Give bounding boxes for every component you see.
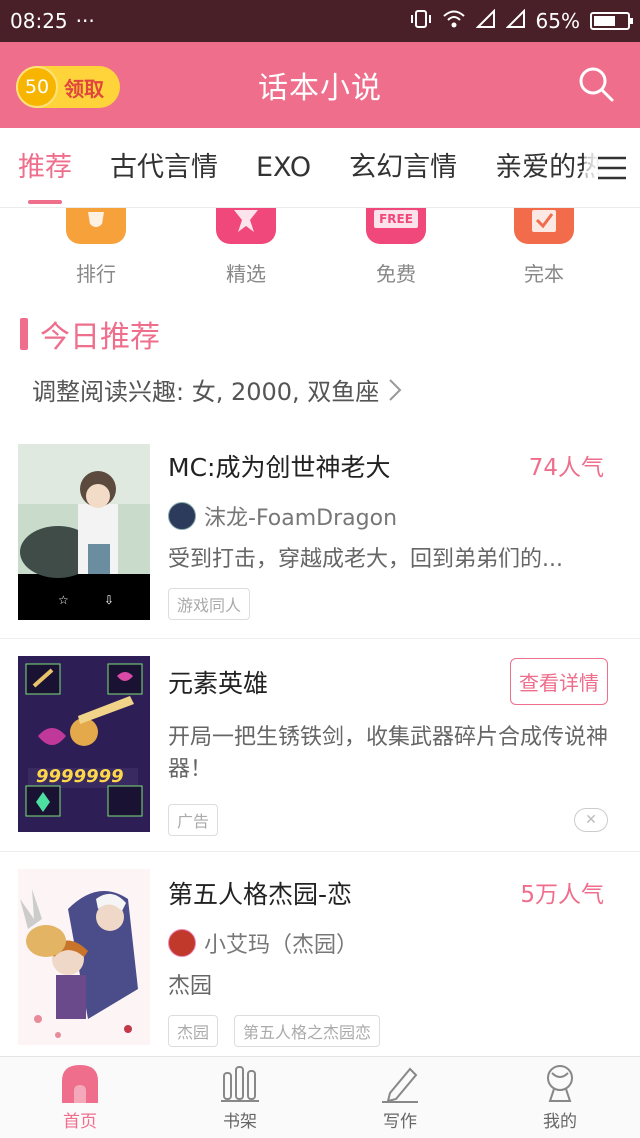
book-popularity: 5万人气 <box>520 882 604 908</box>
completed-entry[interactable]: 完本 <box>494 208 594 287</box>
close-ad-icon[interactable]: ✕ <box>574 808 608 832</box>
section-title: 今日推荐 <box>40 320 160 355</box>
nav-write-label: 写作 <box>383 1112 417 1132</box>
adjust-interest-link[interactable]: 调整阅读兴趣: 女, 2000, 双鱼座 <box>32 372 403 407</box>
free-entry[interactable]: FREE 免费 <box>346 208 446 287</box>
book-popularity: 74人气 <box>528 455 604 481</box>
coin-icon: 50 <box>16 66 58 108</box>
avatar <box>168 502 196 530</box>
view-details-button[interactable]: 查看详情 <box>510 658 608 705</box>
avatar <box>168 929 196 957</box>
chevron-right-icon <box>389 378 402 401</box>
svg-text:☆: ☆ <box>58 593 69 607</box>
status-more-icon: ··· <box>75 9 95 33</box>
nav-home[interactable]: 首页 <box>0 1057 160 1138</box>
ad-title: 元素英雄 <box>168 669 269 698</box>
book-description: 受到打击，穿越成老大，回到弟弟们的... <box>168 547 563 572</box>
author-name: 沫龙-FoamDragon <box>204 506 398 531</box>
app-title: 话本小说 <box>258 71 382 106</box>
claim-coins-button[interactable]: 50 领取 <box>16 66 120 108</box>
nav-profile[interactable]: 我的 <box>480 1057 640 1138</box>
featured-entry[interactable]: 精选 <box>196 208 296 287</box>
book-description: 杰园 <box>168 974 213 999</box>
wifi-icon <box>442 9 466 34</box>
section-header: 今日推荐 <box>20 312 160 356</box>
interest-text: 调整阅读兴趣: 女, 2000, 双鱼座 <box>32 378 380 406</box>
book-tag[interactable]: 游戏同人 <box>168 588 251 620</box>
free-label: 免费 <box>376 262 416 286</box>
nav-home-label: 首页 <box>63 1112 97 1132</box>
pen-icon <box>382 1067 418 1103</box>
search-icon[interactable] <box>576 64 616 104</box>
status-time: 08:25 <box>10 9 68 33</box>
tab-fantasy-romance[interactable]: 玄幻言情 <box>349 128 457 207</box>
featured-label: 精选 <box>226 262 266 286</box>
signal-icon-2 <box>505 8 526 34</box>
app-header: 50 领取 话本小说 <box>0 42 640 128</box>
completed-label: 完本 <box>524 262 564 286</box>
section-accent-bar <box>20 318 28 350</box>
vibrate-icon <box>410 9 432 34</box>
svg-text:⇩: ⇩ <box>104 593 114 607</box>
battery-icon <box>590 12 633 30</box>
star-icon <box>216 208 276 244</box>
quick-entries: 排行 精选 FREE 免费 完本 <box>0 208 640 292</box>
profile-icon <box>547 1065 573 1102</box>
book-tag[interactable]: 第五人格之杰园恋 <box>234 1015 381 1047</box>
tab-exo[interactable]: EXO <box>256 128 311 207</box>
book-cover <box>18 869 150 1045</box>
home-icon <box>62 1065 98 1103</box>
ranking-label: 排行 <box>76 262 116 286</box>
book-author: 沫龙-FoamDragon <box>168 500 397 532</box>
ad-tag: 广告 <box>168 804 219 836</box>
category-tabs: 推荐 古代言情 EXO 玄幻言情 亲爱的热 <box>0 128 640 208</box>
signal-icon <box>475 8 496 34</box>
nav-bookshelf-label: 书架 <box>223 1112 257 1132</box>
tab-ancient-romance[interactable]: 古代言情 <box>110 128 218 207</box>
claim-label: 领取 <box>64 76 104 101</box>
free-badge: FREE <box>374 210 418 228</box>
tabs-menu-icon[interactable] <box>584 128 640 207</box>
book-author: 小艾玛（杰园） <box>168 927 358 959</box>
tab-recommend[interactable]: 推荐 <box>18 128 72 207</box>
ad-cover-score: 9999999 <box>36 766 124 787</box>
ad-description: 开局一把生锈铁剑，收集武器碎片合成传说神器！ <box>168 725 608 782</box>
ad-cover: 9999999 <box>18 656 150 832</box>
book-tag[interactable]: 杰园 <box>168 1015 219 1047</box>
book-card[interactable]: 第五人格杰园-恋 5万人气 小艾玛（杰园） 杰园 杰园 第五人格之杰园恋 <box>0 853 640 1056</box>
trophy-icon <box>66 208 126 244</box>
author-name: 小艾玛（杰园） <box>204 933 359 958</box>
ranking-entry[interactable]: 排行 <box>46 208 146 287</box>
bottom-nav: 首页 书架 写作 我的 <box>0 1056 640 1138</box>
nav-bookshelf[interactable]: 书架 <box>160 1057 320 1138</box>
ad-card[interactable]: 9999999 元素英雄 查看详情 开局一把生锈铁剑，收集武器碎片合成传说神器！… <box>0 640 640 852</box>
check-icon <box>514 208 574 244</box>
book-title: 第五人格杰园-恋 <box>168 880 353 909</box>
battery-percent: 65% <box>535 9 580 33</box>
nav-profile-label: 我的 <box>543 1112 577 1132</box>
book-card[interactable]: ☆ ⇩ MC:成为创世神老大 74人气 沫龙-FoamDragon 受到打击，穿… <box>0 426 640 639</box>
status-bar: 08:25 ··· 65% <box>0 0 640 42</box>
book-title: MC:成为创世神老大 <box>168 453 391 482</box>
book-cover: ☆ ⇩ <box>18 444 150 620</box>
nav-write[interactable]: 写作 <box>320 1057 480 1138</box>
free-icon: FREE <box>366 208 426 244</box>
bookshelf-icon <box>221 1066 259 1102</box>
